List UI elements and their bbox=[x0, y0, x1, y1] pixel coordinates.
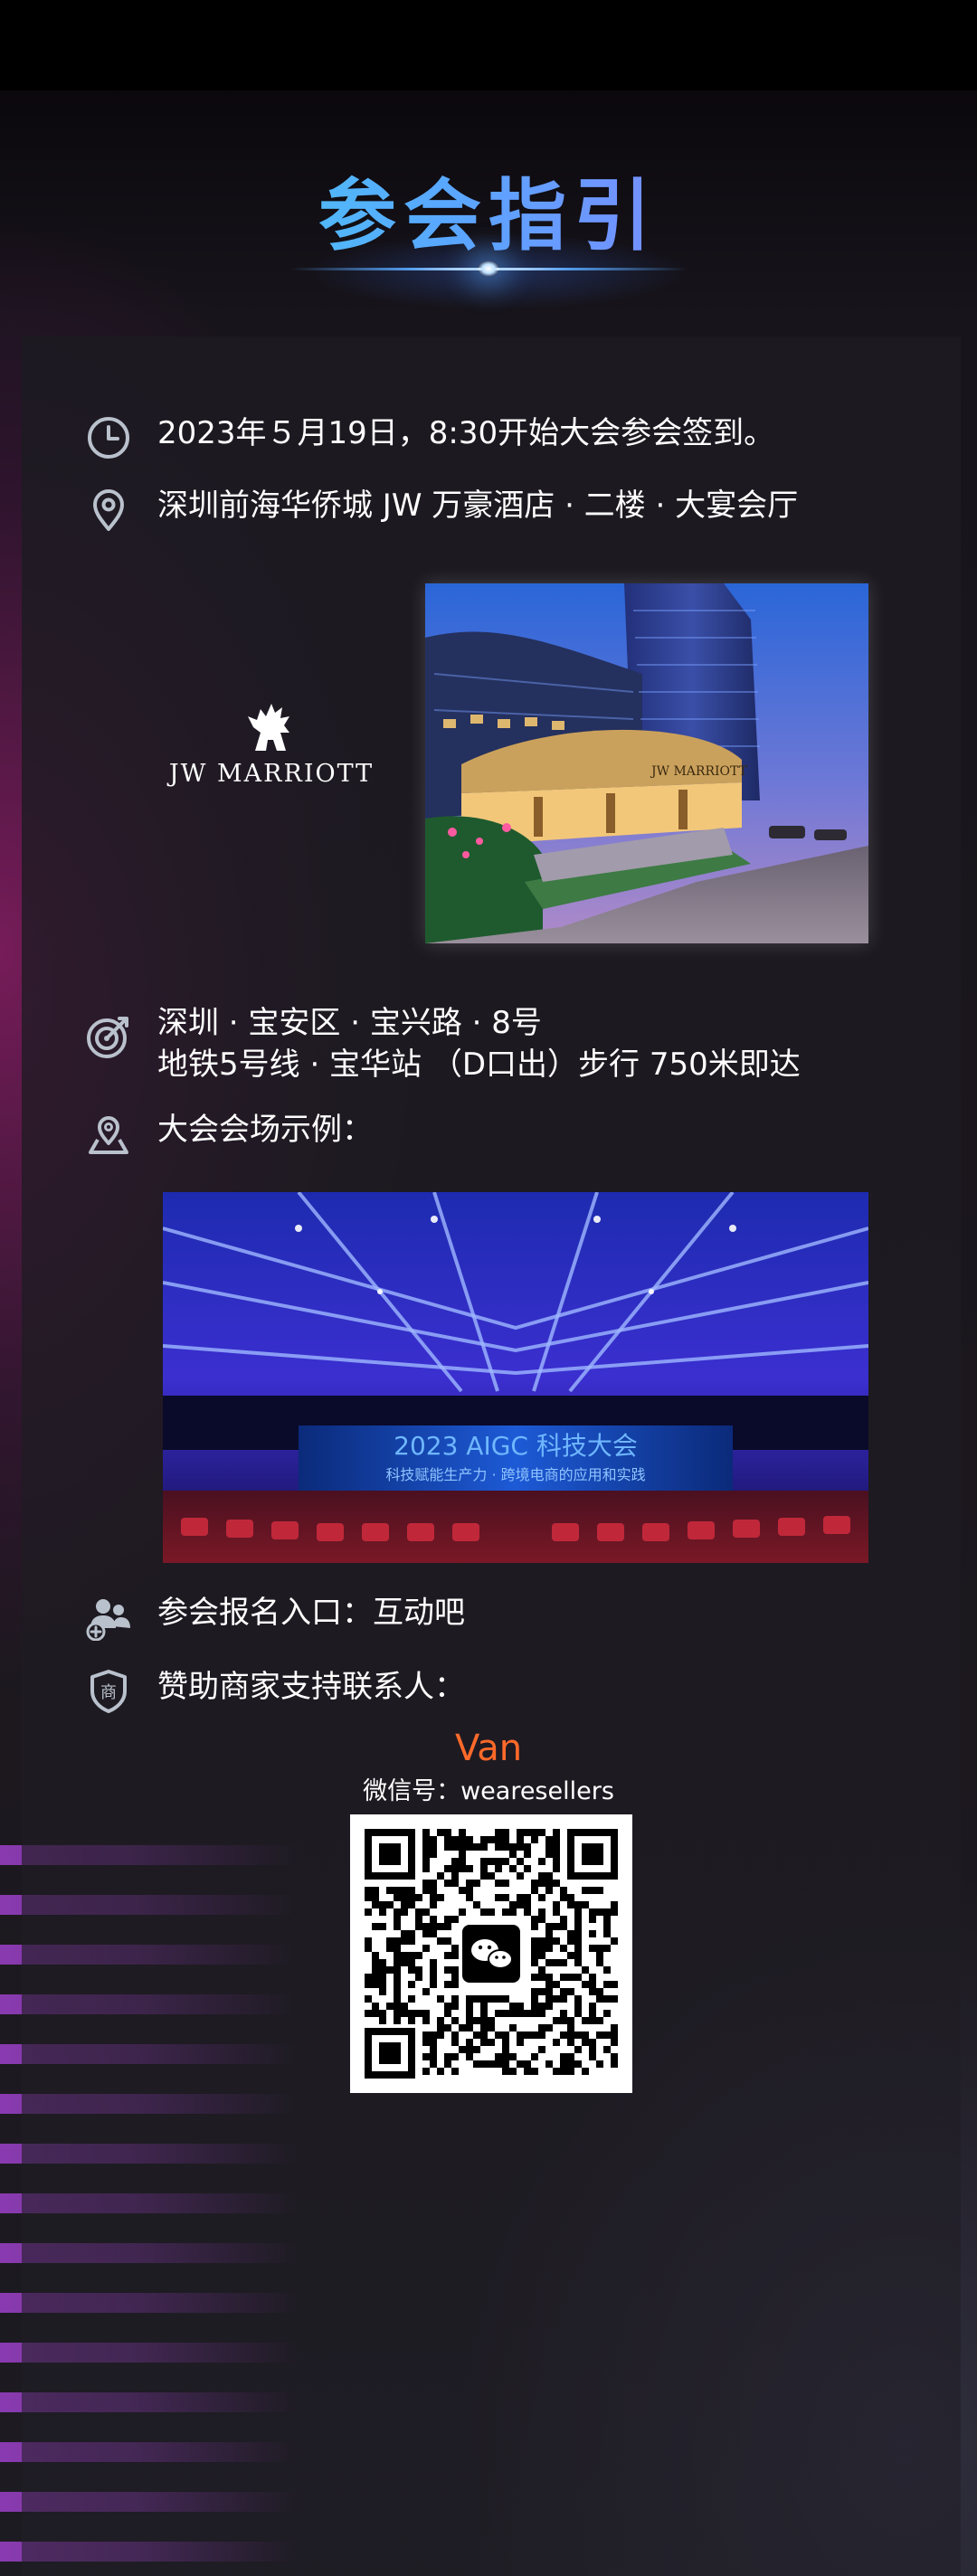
page-title: 参会指引 bbox=[0, 152, 977, 265]
svg-text:商: 商 bbox=[100, 1683, 117, 1702]
address-line-1: 深圳 · 宝安区 · 宝兴路 · 8号 bbox=[157, 1005, 542, 1041]
address-text: 深圳 · 宝安区 · 宝兴路 · 8号 地铁5号线 · 宝华站 （D口出）步行 … bbox=[157, 1002, 801, 1085]
qr-finder-top-left bbox=[365, 1829, 415, 1880]
jw-marriott-logo: JW MARRIOTT bbox=[154, 696, 389, 805]
venue-row: 深圳前海华侨城 JW 万豪酒店 · 二楼 · 大宴会厅 bbox=[83, 485, 798, 535]
shop-shield-icon: 商 bbox=[83, 1666, 134, 1717]
hotel-photo: JW MARRIOTT bbox=[425, 583, 868, 943]
top-black-bar bbox=[0, 0, 977, 90]
sponsor-text: 赞助商家支持联系人： bbox=[157, 1669, 465, 1705]
time-text: 2023年５月19日，8:30开始大会参会签到。 bbox=[157, 415, 775, 451]
griffin-icon bbox=[248, 704, 289, 751]
qr-code-pattern bbox=[365, 1829, 618, 2079]
address-line-2: 地铁5号线 · 宝华站 （D口出）步行 750米即达 bbox=[157, 1046, 801, 1083]
logo-text: JW MARRIOTT bbox=[168, 760, 375, 788]
title-glow-dot bbox=[478, 260, 499, 277]
contact-name: Van bbox=[454, 1728, 523, 1769]
wechat-id: 微信号：wearesellers bbox=[363, 1777, 614, 1805]
clock-icon bbox=[83, 412, 134, 463]
map-pin-icon bbox=[83, 1109, 134, 1160]
sponsor-row: 商 赞助商家支持联系人： bbox=[83, 1666, 465, 1717]
svg-text:2023 AIGC 科技大会: 2023 AIGC 科技大会 bbox=[394, 1431, 638, 1461]
qr-finder-top-right bbox=[567, 1829, 618, 1880]
users-add-icon bbox=[83, 1592, 134, 1643]
venue-example-text: 大会会场示例： bbox=[157, 1112, 373, 1148]
registration-row: 参会报名入口：互动吧 bbox=[83, 1592, 465, 1643]
location-pin-icon bbox=[83, 485, 134, 535]
svg-text:JW MARRIOTT: JW MARRIOTT bbox=[650, 764, 748, 779]
venue-example-row: 大会会场示例： bbox=[83, 1109, 373, 1160]
target-icon bbox=[83, 1011, 134, 1062]
qr-finder-bottom-left bbox=[365, 2028, 415, 2079]
wechat-qr-code[interactable] bbox=[350, 1814, 632, 2093]
time-row: 2023年５月19日，8:30开始大会参会签到。 bbox=[83, 412, 774, 463]
registration-text: 参会报名入口：互动吧 bbox=[157, 1595, 465, 1631]
wechat-icon bbox=[459, 1921, 524, 1986]
venue-text: 深圳前海华侨城 JW 万豪酒店 · 二楼 · 大宴会厅 bbox=[157, 488, 799, 524]
address-row: 深圳 · 宝安区 · 宝兴路 · 8号 地铁5号线 · 宝华站 （D口出）步行 … bbox=[83, 1002, 801, 1085]
svg-text:科技赋能生产力 · 跨境电商的应用和实践: 科技赋能生产力 · 跨境电商的应用和实践 bbox=[385, 1466, 645, 1483]
venue-photo: 2023 AIGC 科技大会 科技赋能生产力 · 跨境电商的应用和实践 bbox=[163, 1192, 868, 1563]
